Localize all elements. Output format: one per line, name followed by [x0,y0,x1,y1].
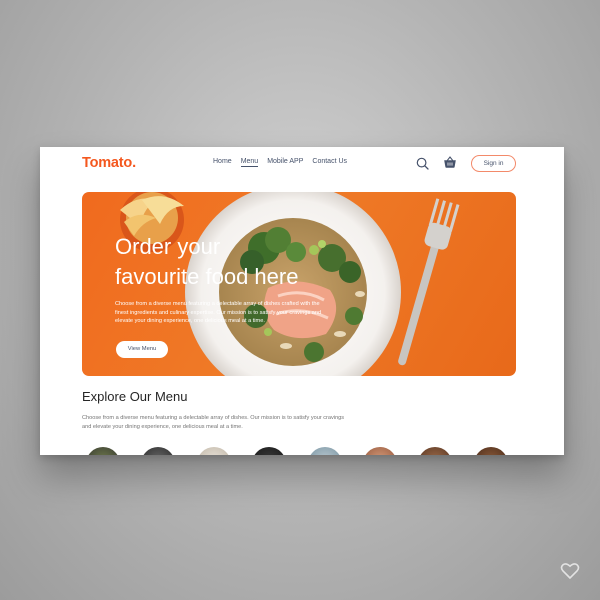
sign-in-button[interactable]: Sign in [471,155,516,172]
hero-title: Order your favourite food here [115,232,375,292]
navbar: Tomato. Home Menu Mobile APP Contact Us … [40,147,564,181]
nav-link-contact-us[interactable]: Contact Us [312,158,347,167]
logo[interactable]: Tomato. [82,155,136,171]
menu-category-item[interactable] [86,447,120,455]
hero-description: Choose from a diverse menu featuring a d… [115,301,322,324]
hero-banner: Order your favourite food here Choose fr… [82,192,516,376]
heart-icon [560,563,580,580]
nav-link-mobile-app[interactable]: Mobile APP [267,158,303,167]
menu-category-item[interactable] [308,447,342,455]
menu-category-item[interactable] [141,447,175,455]
menu-category-item[interactable] [474,447,508,455]
view-menu-button[interactable]: View Menu [116,341,168,358]
nav-link-home[interactable]: Home [213,158,232,167]
nav-links: Home Menu Mobile APP Contact Us [213,158,347,167]
menu-category-item[interactable] [363,447,397,455]
search-icon[interactable] [416,157,429,170]
hero-title-line-2: favourite food here [115,264,299,289]
explore-description: Choose from a diverse menu featuring a d… [82,415,345,430]
nav-link-menu[interactable]: Menu [240,158,259,167]
browser-window: Tomato. Home Menu Mobile APP Contact Us … [40,147,564,455]
basket-icon[interactable] [443,155,457,169]
menu-category-item[interactable] [252,447,286,455]
menu-category-item[interactable] [418,447,452,455]
explore-title: Explore Our Menu [82,389,188,404]
menu-category-list [86,447,526,455]
menu-category-item[interactable] [197,447,231,455]
hero-title-line-1: Order your [115,234,221,259]
